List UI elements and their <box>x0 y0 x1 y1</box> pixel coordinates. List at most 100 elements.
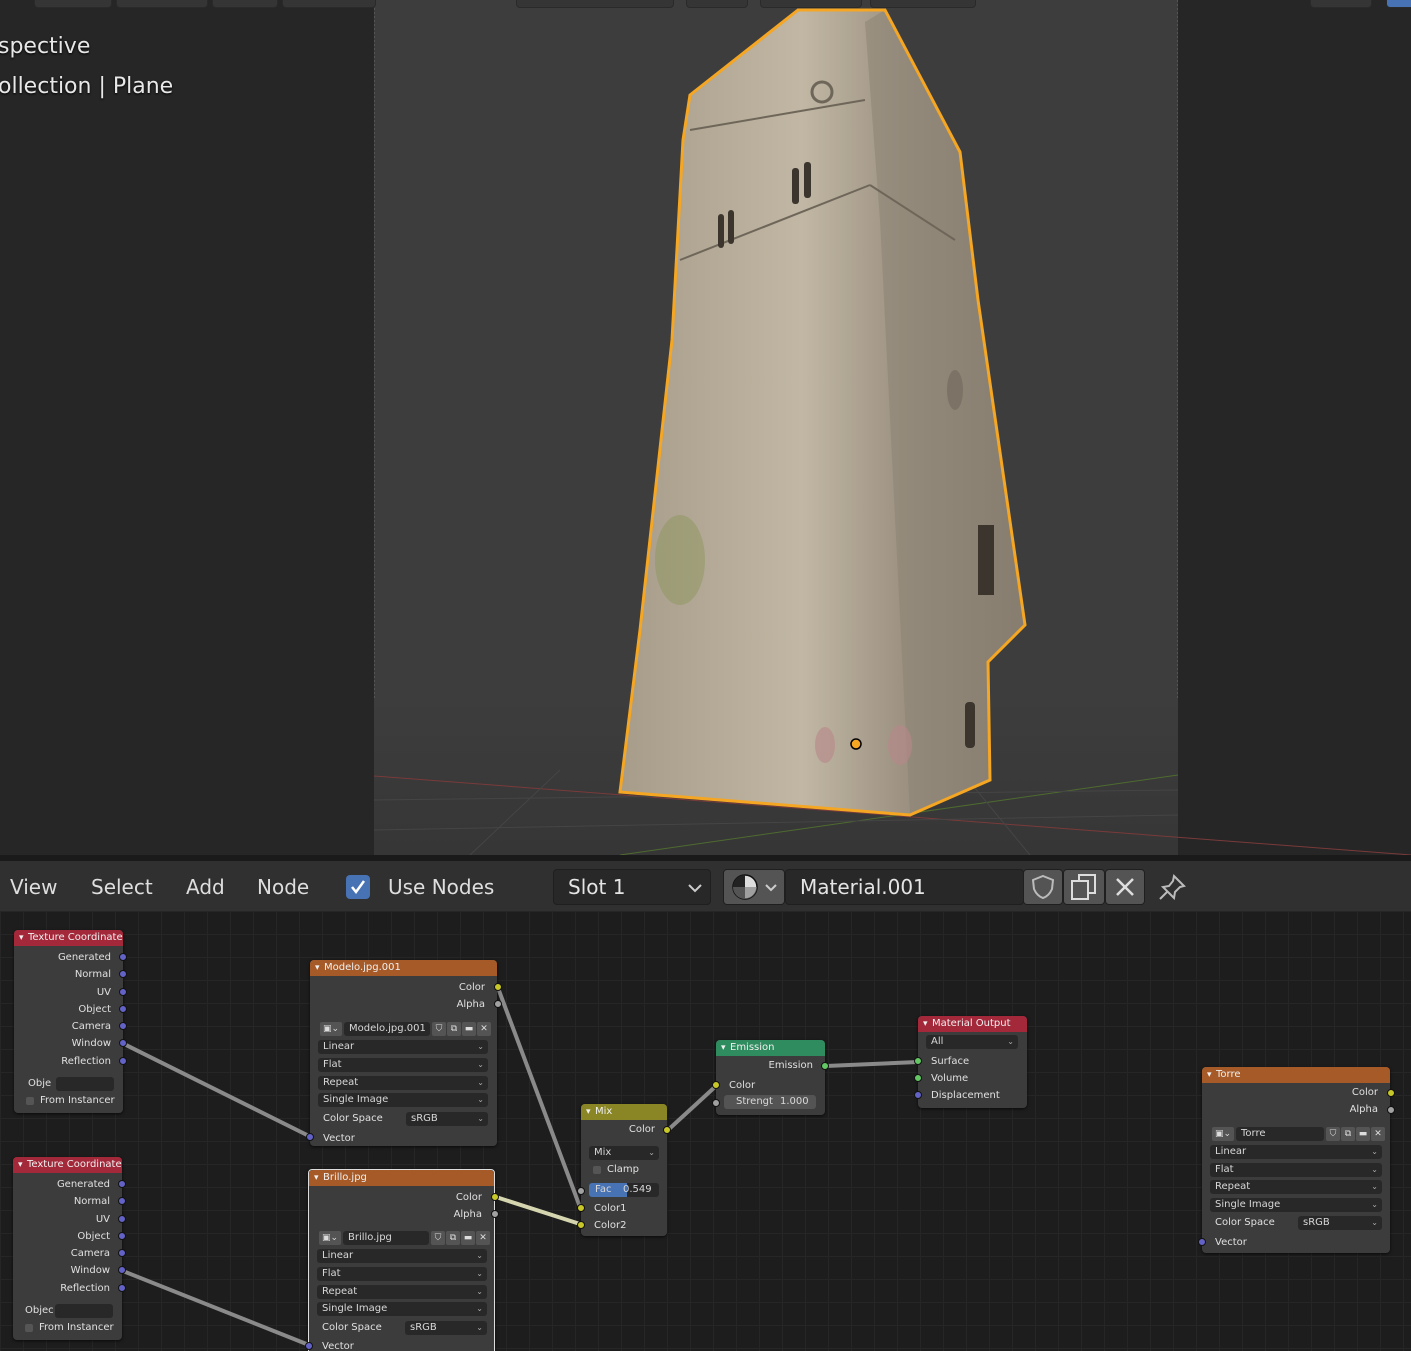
from-instancer-checkbox[interactable] <box>25 1324 33 1332</box>
from-instancer-checkbox[interactable] <box>26 1097 34 1105</box>
source-dropdown[interactable]: Single Image ⌄ <box>318 1093 488 1107</box>
fake-user-shield-icon[interactable]: ⛉ <box>1326 1127 1340 1141</box>
close-icon[interactable]: ✕ <box>476 1231 490 1245</box>
mix-rgb-node[interactable]: Mix Color Mix ⌄ Clamp Fac 0.549 Color1 Co… <box>577 1104 671 1236</box>
socket-camera[interactable] <box>119 1022 127 1030</box>
socket-alpha[interactable] <box>491 1210 499 1218</box>
projection-dropdown[interactable]: Flat ⌄ <box>317 1267 487 1281</box>
interpolation-dropdown[interactable]: Linear ⌄ <box>318 1040 488 1054</box>
folder-icon[interactable]: ▬ <box>1356 1127 1370 1141</box>
duplicate-material-button[interactable] <box>1063 869 1105 905</box>
duplicate-icon[interactable]: ⧉ <box>1341 1127 1355 1141</box>
menu-view[interactable]: View <box>10 875 57 899</box>
blend-type-dropdown[interactable]: Mix ⌄ <box>589 1146 659 1160</box>
node-header[interactable]: Emission <box>716 1040 825 1056</box>
socket-fac[interactable] <box>577 1187 585 1195</box>
material-output-node[interactable]: Material Output All ⌄ Surface Volume Disp… <box>914 1016 1027 1108</box>
socket-vector[interactable] <box>305 1342 313 1350</box>
node-header[interactable]: Modelo.jpg.001 <box>310 960 497 976</box>
socket-uv[interactable] <box>118 1215 126 1223</box>
socket-normal[interactable] <box>118 1197 126 1205</box>
socket-emission[interactable] <box>821 1062 829 1070</box>
socket-color[interactable] <box>491 1193 499 1201</box>
socket-camera[interactable] <box>118 1249 126 1257</box>
texture-coordinate-node[interactable]: Texture Coordinate Generated Normal UV O… <box>14 930 127 1113</box>
socket-color[interactable] <box>712 1081 720 1089</box>
socket-generated[interactable] <box>119 953 127 961</box>
duplicate-icon[interactable]: ⧉ <box>447 1022 461 1036</box>
socket-alpha[interactable] <box>1387 1106 1395 1114</box>
socket-window[interactable] <box>118 1266 126 1274</box>
folder-icon[interactable]: ▬ <box>461 1231 475 1245</box>
node-header[interactable]: Texture Coordinate <box>13 1157 122 1173</box>
socket-reflection[interactable] <box>118 1284 126 1292</box>
extension-dropdown[interactable]: Repeat ⌄ <box>317 1285 487 1299</box>
socket-reflection[interactable] <box>119 1057 127 1065</box>
socket-color1[interactable] <box>577 1204 585 1212</box>
folder-icon[interactable]: ▬ <box>462 1022 476 1036</box>
unlink-material-button[interactable] <box>1105 869 1145 905</box>
fake-user-button[interactable] <box>1023 869 1063 905</box>
projection-dropdown[interactable]: Flat ⌄ <box>1210 1163 1382 1177</box>
menu-add[interactable]: Add <box>186 875 225 899</box>
3d-viewport[interactable]: spective ollection | Plane <box>0 0 1411 855</box>
interpolation-dropdown[interactable]: Linear ⌄ <box>317 1249 487 1263</box>
image-texture-node[interactable]: Torre Color Alpha ▣⌄ Torre ⛉ ⧉ ▬ ✕ Linea… <box>1198 1067 1395 1253</box>
socket-object[interactable] <box>118 1232 126 1240</box>
socket-normal[interactable] <box>119 970 127 978</box>
socket-color[interactable] <box>1387 1089 1395 1097</box>
image-icon[interactable]: ▣⌄ <box>320 1022 342 1036</box>
source-dropdown[interactable]: Single Image ⌄ <box>317 1302 487 1316</box>
socket-displacement[interactable] <box>914 1091 922 1099</box>
node-header[interactable]: Texture Coordinate <box>14 930 123 946</box>
material-name-field[interactable]: Material.001 <box>785 869 1024 905</box>
color-space-dropdown[interactable]: sRGB ⌄ <box>405 1321 487 1335</box>
clamp-checkbox[interactable] <box>593 1166 601 1174</box>
object-picker[interactable] <box>55 1304 113 1318</box>
menu-node[interactable]: Node <box>257 875 309 899</box>
extension-dropdown[interactable]: Repeat ⌄ <box>318 1076 488 1090</box>
socket-uv[interactable] <box>119 988 127 996</box>
close-icon[interactable]: ✕ <box>1371 1127 1385 1141</box>
image-texture-node[interactable]: Brillo.jpg Color Alpha ▣⌄ Brillo.jpg ⛉ ⧉… <box>305 1169 499 1351</box>
socket-surface[interactable] <box>914 1057 922 1065</box>
emission-node[interactable]: Emission Emission Color Strengt 1.000 <box>712 1040 829 1115</box>
socket-strength[interactable] <box>712 1099 720 1107</box>
menu-select[interactable]: Select <box>91 875 153 899</box>
close-icon[interactable]: ✕ <box>477 1022 491 1036</box>
image-selector[interactable]: ▣⌄ Brillo.jpg ⛉ ⧉ ▬ ✕ <box>319 1231 490 1245</box>
node-header[interactable]: Mix <box>581 1104 667 1120</box>
socket-generated[interactable] <box>118 1180 126 1188</box>
socket-color2[interactable] <box>577 1221 585 1229</box>
node-header[interactable]: Torre <box>1202 1067 1390 1083</box>
socket-vector[interactable] <box>1198 1238 1206 1246</box>
slot-dropdown[interactable]: Slot 1 <box>553 869 711 905</box>
fake-user-shield-icon[interactable]: ⛉ <box>431 1231 445 1245</box>
texture-coordinate-node[interactable]: Texture Coordinate Generated Normal UV O… <box>13 1157 126 1340</box>
color-space-dropdown[interactable]: sRGB ⌄ <box>406 1112 488 1126</box>
image-name-field[interactable]: Modelo.jpg.001 <box>344 1022 430 1036</box>
image-name-field[interactable]: Torre <box>1236 1127 1324 1141</box>
image-name-field[interactable]: Brillo.jpg <box>343 1231 429 1245</box>
socket-alpha[interactable] <box>494 1000 502 1008</box>
extension-dropdown[interactable]: Repeat ⌄ <box>1210 1180 1382 1194</box>
node-editor-canvas[interactable]: Texture Coordinate Generated Normal UV O… <box>0 911 1411 1351</box>
interpolation-dropdown[interactable]: Linear ⌄ <box>1210 1145 1382 1159</box>
socket-color[interactable] <box>663 1126 671 1134</box>
projection-dropdown[interactable]: Flat ⌄ <box>318 1058 488 1072</box>
material-browse-button[interactable] <box>723 869 785 905</box>
socket-window[interactable] <box>119 1039 127 1047</box>
image-icon[interactable]: ▣⌄ <box>1212 1127 1234 1141</box>
use-nodes-label[interactable]: Use Nodes <box>388 875 494 899</box>
image-selector[interactable]: ▣⌄ Torre ⛉ ⧉ ▬ ✕ <box>1212 1127 1385 1141</box>
fac-slider[interactable]: Fac 0.549 <box>589 1183 659 1197</box>
node-header[interactable]: Brillo.jpg <box>309 1170 494 1186</box>
strength-field[interactable]: Strengt 1.000 <box>724 1095 816 1109</box>
image-icon[interactable]: ▣⌄ <box>319 1231 341 1245</box>
socket-volume[interactable] <box>914 1074 922 1082</box>
socket-vector[interactable] <box>306 1133 314 1141</box>
pin-button[interactable] <box>1158 873 1190 903</box>
color-space-dropdown[interactable]: sRGB ⌄ <box>1298 1216 1382 1230</box>
object-picker[interactable] <box>56 1077 114 1091</box>
image-selector[interactable]: ▣⌄ Modelo.jpg.001 ⛉ ⧉ ▬ ✕ <box>320 1022 491 1036</box>
